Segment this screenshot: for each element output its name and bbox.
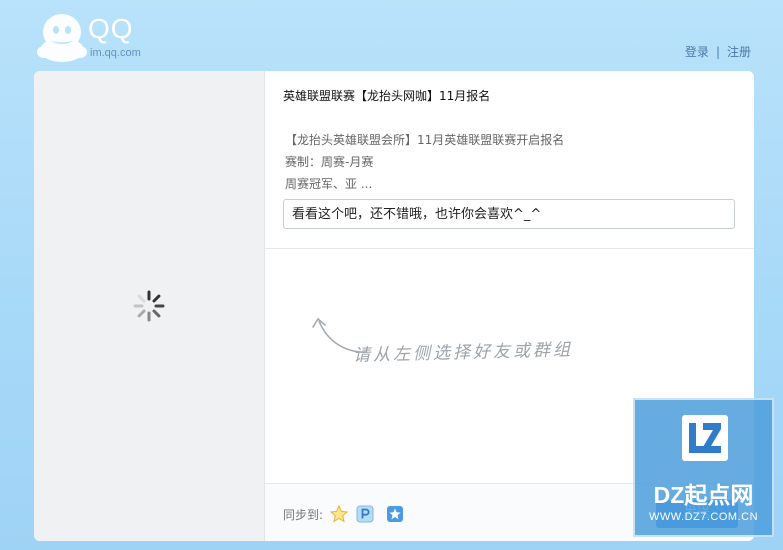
friend-list-panel[interactable] xyxy=(34,71,265,541)
sync-label: 同步到: xyxy=(283,508,324,522)
watermark: DZ起点网 WWW.DZ7.COM.CN xyxy=(633,398,774,537)
watermark-url: WWW.DZ7.COM.CN xyxy=(648,511,759,523)
loading-spinner-icon xyxy=(133,290,165,322)
auth-separator: | xyxy=(715,45,720,59)
login-link[interactable]: 登录 xyxy=(685,45,709,59)
share-summary: 【龙抬头英雄联盟会所】11月英雄联盟联赛开启报名 赛制：周赛-月赛 周赛冠军、亚… xyxy=(285,129,564,195)
logo-subtitle: im.qq.com xyxy=(90,47,141,59)
auth-links: 登录 | 注册 xyxy=(685,43,751,60)
divider xyxy=(265,248,754,249)
logo-text: QQ xyxy=(88,13,134,44)
share-line: 赛制：周赛-月赛 xyxy=(285,155,374,169)
lz-logo-icon xyxy=(682,415,728,461)
watermark-brand: DZ起点网 xyxy=(653,482,754,508)
share-line: 【龙抬头英雄联盟会所】11月英雄联盟联赛开启报名 xyxy=(285,133,565,147)
register-link[interactable]: 注册 xyxy=(727,45,751,59)
weibo-icon[interactable] xyxy=(385,504,405,524)
share-line: 周赛冠军、亚 ... xyxy=(285,177,373,191)
share-title[interactable]: 英雄联盟联赛【龙抬头网咖】11月报名 xyxy=(283,87,490,104)
qzone-star-icon[interactable] xyxy=(329,504,349,524)
pengyou-icon[interactable] xyxy=(355,504,375,524)
comment-input[interactable]: 看看这个吧，还不错哦，也许你会喜欢^_^ xyxy=(283,199,735,229)
